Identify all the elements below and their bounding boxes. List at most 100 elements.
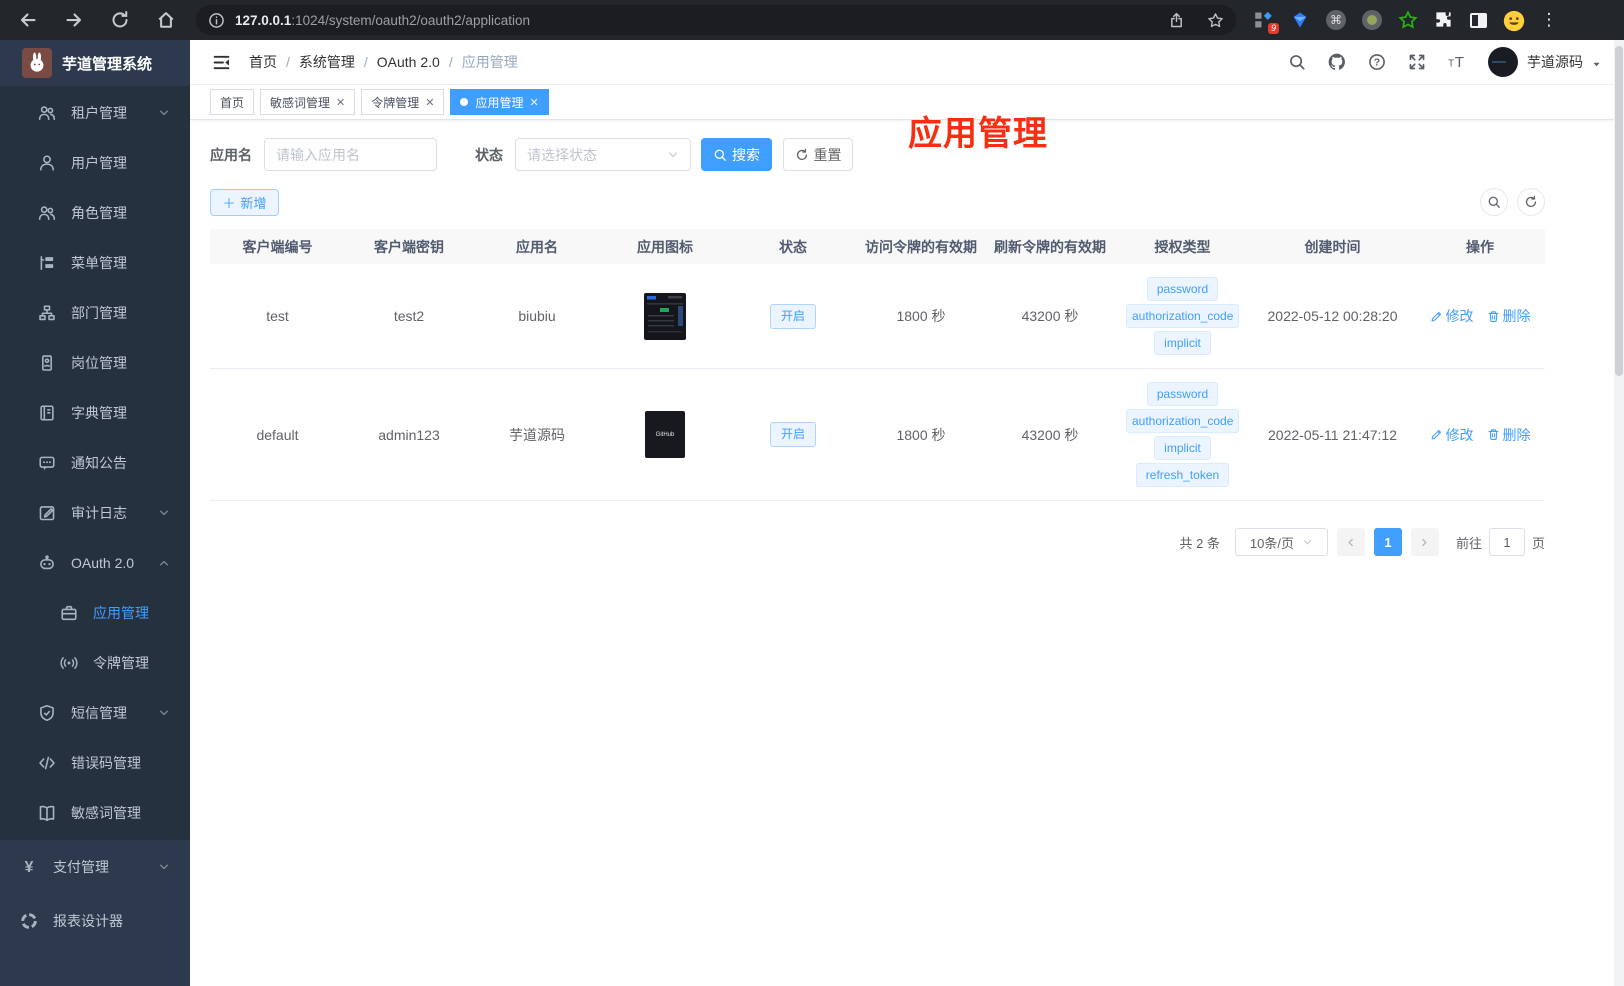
sidebar-fold-icon[interactable]	[212, 53, 231, 72]
page-size-select[interactable]: 10条/页	[1234, 528, 1328, 556]
user-menu-caret-icon[interactable]	[1591, 59, 1602, 70]
table-toolbar: ＋新增	[210, 188, 1545, 216]
yen-icon	[20, 858, 38, 876]
cell-created-time: 2022-05-11 21:47:12	[1268, 426, 1397, 443]
prev-page-button[interactable]	[1336, 528, 1365, 556]
profile-avatar-icon[interactable]	[1503, 10, 1525, 32]
sidebar-item-dict[interactable]: 字典管理	[0, 388, 190, 438]
delete-link[interactable]: 删除	[1487, 425, 1531, 445]
chevron-left-icon	[1345, 537, 1356, 548]
sidebar-item-sms[interactable]: 短信管理	[0, 688, 190, 738]
edit-link[interactable]: 修改	[1430, 425, 1474, 445]
extension-grid-icon[interactable]: 9	[1254, 10, 1279, 34]
sidebar-item-user[interactable]: 用户管理	[0, 138, 190, 188]
status-badge[interactable]: 开启	[769, 422, 816, 447]
font-size-icon[interactable]	[1448, 53, 1466, 71]
show-search-toggle-button[interactable]	[1480, 188, 1508, 216]
breadcrumb-oauth[interactable]: OAuth 2.0	[377, 54, 440, 70]
extensions-puzzle-icon[interactable]	[1434, 10, 1454, 30]
add-button[interactable]: ＋新增	[210, 188, 279, 216]
sidebar-item-label: 应用管理	[93, 605, 149, 621]
breadcrumb-current: 应用管理	[461, 54, 518, 70]
status-badge[interactable]: 开启	[769, 303, 816, 329]
sidebar-item-label: 敏感词管理	[71, 805, 141, 821]
status-select[interactable]: 请选择状态	[515, 138, 691, 171]
browser-menu-icon[interactable]: ⋮	[1539, 10, 1559, 30]
sidebar-item-error-code[interactable]: 错误码管理	[0, 738, 190, 788]
sidebar-item-label: 用户管理	[71, 155, 127, 171]
breadcrumb-system[interactable]: 系统管理	[299, 52, 355, 72]
user-avatar[interactable]	[1488, 47, 1518, 77]
sidebar-item-dept[interactable]: 部门管理	[0, 288, 190, 338]
green-star-extension-icon[interactable]	[1398, 10, 1418, 30]
tab-application[interactable]: 应用管理 ✕	[450, 89, 549, 115]
tab-home[interactable]: 首页	[210, 89, 255, 115]
breadcrumb-home[interactable]: 首页	[249, 52, 277, 72]
browser-home-icon[interactable]	[156, 10, 176, 30]
user-icon	[38, 154, 56, 172]
browser-back-icon[interactable]	[18, 10, 38, 30]
split-view-icon[interactable]	[1470, 12, 1487, 28]
sidebar-item-label: 支付管理	[53, 859, 109, 875]
sidebar-item-report-designer[interactable]: 报表设计器	[0, 894, 190, 948]
share-icon[interactable]	[1168, 12, 1185, 29]
users-icon	[38, 104, 56, 122]
sidebar-item-payment[interactable]: 支付管理	[0, 840, 190, 894]
app-logo[interactable]: 芋道管理系统	[0, 40, 190, 86]
close-icon[interactable]: ✕	[425, 96, 434, 109]
cell-app-name: 芋道源码	[509, 426, 565, 443]
cell-grant-types: password authorization_code implicit	[1115, 277, 1250, 355]
header-search-icon[interactable]	[1288, 53, 1306, 71]
address-bar[interactable]: 127.0.0.1:1024/system/oauth2/oauth2/appl…	[196, 5, 1236, 35]
sidebar-item-oauth-application[interactable]: 应用管理	[0, 588, 190, 638]
sidebar-item-oauth-token[interactable]: 令牌管理	[0, 638, 190, 688]
tab-sensitive-word[interactable]: 敏感词管理 ✕	[260, 89, 356, 115]
refresh-table-button[interactable]	[1517, 188, 1545, 216]
browser-forward-icon[interactable]	[64, 10, 84, 30]
page-number-button[interactable]: 1	[1373, 528, 1402, 556]
site-info-icon[interactable]	[208, 12, 225, 29]
sidebar-item-role[interactable]: 角色管理	[0, 188, 190, 238]
delete-link[interactable]: 删除	[1487, 306, 1531, 326]
sidebar-item-notice[interactable]: 通知公告	[0, 438, 190, 488]
goto-page-input[interactable]	[1488, 528, 1525, 556]
sidebar-item-sensitive-word[interactable]: 敏感词管理	[0, 788, 190, 838]
sidebar-item-menu[interactable]: 菜单管理	[0, 238, 190, 288]
app-icon-image	[644, 292, 686, 340]
sidebar-item-post[interactable]: 岗位管理	[0, 338, 190, 388]
robot-icon	[38, 554, 56, 572]
search-button[interactable]: 搜索	[701, 138, 772, 171]
edit-link[interactable]: 修改	[1430, 306, 1474, 326]
table-row: test test2 biubiu 开启 1800 秒 43200 秒 pass…	[210, 264, 1545, 369]
browser-reload-icon[interactable]	[110, 10, 130, 30]
help-icon[interactable]	[1368, 53, 1386, 71]
close-icon[interactable]: ✕	[336, 96, 345, 109]
sidebar-item-label: 审计日志	[71, 505, 127, 521]
sidebar-item-oauth[interactable]: OAuth 2.0	[0, 538, 190, 588]
badge-icon	[38, 354, 56, 372]
table-header-row: 客户端编号 客户端密钥 应用名 应用图标 状态 访问令牌的有效期 刷新令牌的有效…	[210, 229, 1545, 264]
app-icon-image: GitHub	[645, 411, 685, 458]
app-name-input[interactable]	[264, 138, 437, 171]
applications-table: 客户端编号 客户端密钥 应用名 应用图标 状态 访问令牌的有效期 刷新令牌的有效…	[210, 229, 1545, 501]
reset-button[interactable]: 重置	[783, 138, 853, 171]
chevron-down-icon	[158, 861, 170, 873]
annotation-text: 应用管理	[908, 115, 1048, 153]
github-icon[interactable]	[1328, 53, 1346, 71]
pagination-total: 共 2 条	[1179, 535, 1220, 551]
sidebar-item-label: 部门管理	[71, 305, 127, 321]
shield-check-icon	[38, 704, 56, 722]
record-extension-icon[interactable]	[1362, 10, 1382, 30]
username[interactable]: 芋道源码	[1527, 52, 1583, 72]
sidebar-item-tenant[interactable]: 租户管理	[0, 88, 190, 138]
sidebar-item-audit-log[interactable]: 审计日志	[0, 488, 190, 538]
tags-view-bar: 首页 敏感词管理 ✕ 令牌管理 ✕ 应用管理 ✕	[190, 85, 1624, 120]
bookmark-star-icon[interactable]	[1207, 12, 1224, 29]
tab-token[interactable]: 令牌管理 ✕	[361, 89, 445, 115]
command-extension-icon[interactable]: ⌘	[1326, 10, 1346, 30]
close-icon[interactable]: ✕	[530, 96, 539, 109]
next-page-button[interactable]	[1410, 528, 1439, 556]
gem-extension-icon[interactable]	[1290, 10, 1310, 30]
fullscreen-icon[interactable]	[1408, 53, 1426, 71]
page-scrollbar[interactable]	[1614, 40, 1624, 986]
